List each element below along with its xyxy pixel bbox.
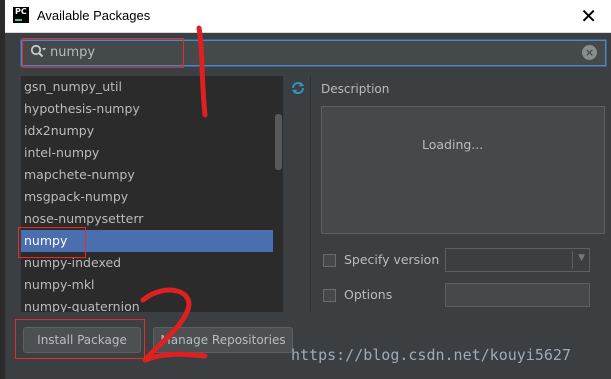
package-list-item[interactable]: numpy-quaternion bbox=[21, 296, 283, 312]
specify-version-checkbox[interactable] bbox=[323, 254, 336, 267]
package-list-item[interactable]: intel-numpy bbox=[21, 142, 283, 164]
package-list-item[interactable]: msgpack-numpy bbox=[21, 186, 283, 208]
specify-version-label: Specify version bbox=[344, 252, 440, 267]
options-input[interactable] bbox=[445, 283, 590, 307]
install-package-button[interactable]: Install Package bbox=[23, 327, 141, 353]
manage-repositories-button[interactable]: Manage Repositories bbox=[153, 327, 293, 353]
package-list-item[interactable]: numpy bbox=[21, 230, 283, 252]
package-list-item[interactable]: nose-numpysetterr bbox=[21, 208, 283, 230]
title-bar: PC Available Packages ✕ bbox=[5, 0, 611, 33]
close-icon[interactable]: ✕ bbox=[580, 4, 597, 28]
clear-search-icon[interactable]: × bbox=[582, 45, 597, 60]
watermark-text: https://blog.csdn.net/kouyi5627 bbox=[291, 346, 571, 364]
chevron-down-icon[interactable]: ▼ bbox=[578, 253, 585, 263]
version-dropdown[interactable]: ▼ bbox=[445, 248, 590, 272]
package-list-item[interactable]: numpy-mkl bbox=[21, 274, 283, 296]
app-icon-text: PC bbox=[15, 7, 27, 16]
search-field[interactable]: numpy × bbox=[21, 40, 606, 66]
package-list-item[interactable]: mapchete-numpy bbox=[21, 164, 283, 186]
panel-divider bbox=[310, 76, 311, 312]
package-list-item[interactable]: idx2numpy bbox=[21, 120, 283, 142]
list-scrollbar-track[interactable] bbox=[273, 76, 283, 312]
window-title: Available Packages bbox=[37, 8, 151, 23]
package-list-item[interactable]: gsn_numpy_util bbox=[21, 76, 283, 98]
package-list-item[interactable]: numpy-indexed bbox=[21, 252, 283, 274]
refresh-icon[interactable] bbox=[290, 80, 306, 96]
options-label: Options bbox=[344, 287, 393, 302]
list-scrollbar-thumb[interactable] bbox=[275, 114, 282, 170]
available-packages-dialog: PC Available Packages ✕ numpy × gsn_nump… bbox=[5, 0, 611, 379]
pycharm-icon: PC bbox=[13, 7, 29, 23]
description-panel: Loading... bbox=[321, 106, 605, 234]
package-list-item[interactable]: hypothesis-numpy bbox=[21, 98, 283, 120]
description-label: Description bbox=[321, 82, 390, 96]
options-checkbox[interactable] bbox=[323, 289, 336, 302]
package-list[interactable]: gsn_numpy_util hypothesis-numpy idx2numpy i… bbox=[21, 76, 283, 312]
loading-text: Loading... bbox=[422, 137, 484, 152]
search-input[interactable]: numpy bbox=[50, 45, 95, 60]
search-icon[interactable] bbox=[30, 44, 46, 60]
